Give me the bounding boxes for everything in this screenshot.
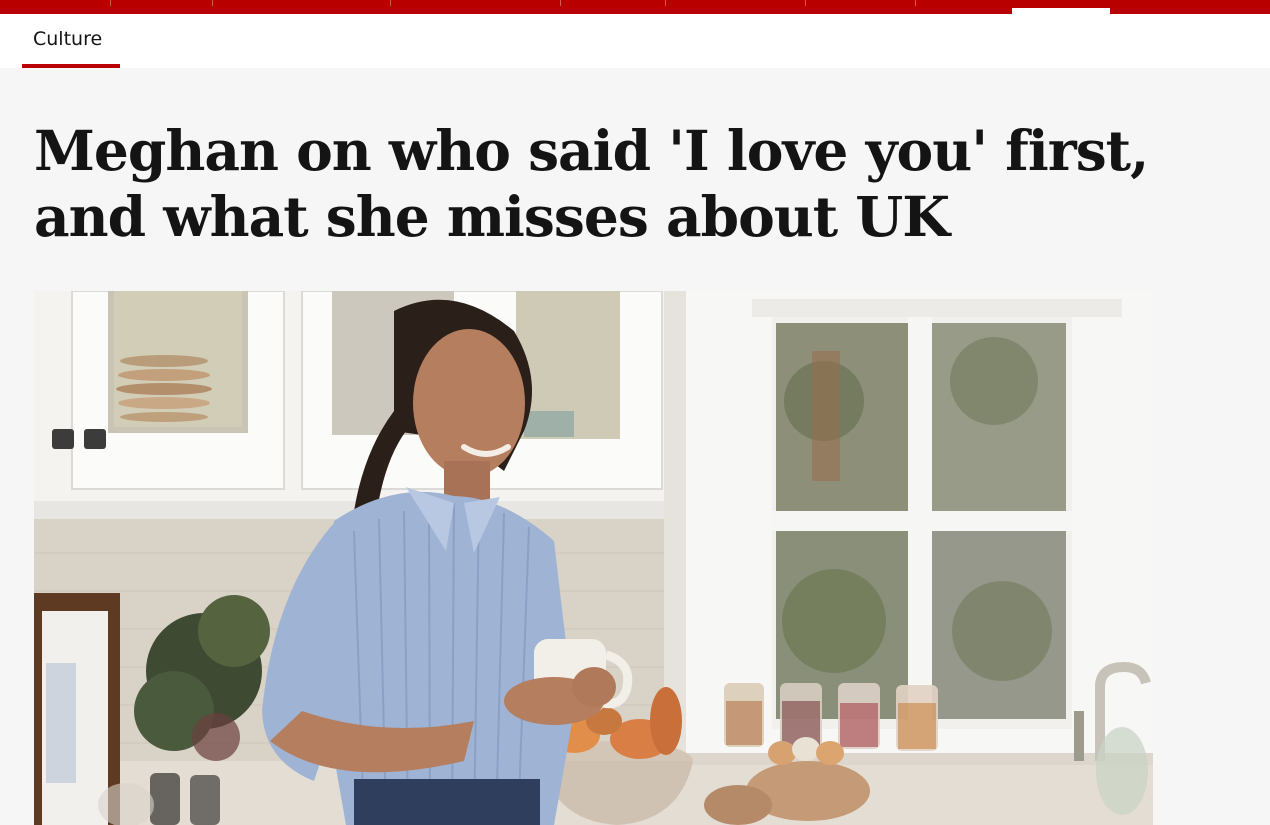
nav-separator	[212, 0, 213, 6]
nav-separator	[665, 0, 666, 6]
nav-separator	[560, 0, 561, 6]
article-hero-image	[34, 291, 1153, 825]
tab-culture-label[interactable]: Culture	[33, 28, 102, 50]
top-navigation-bar	[0, 0, 1270, 14]
section-subnavigation: Culture	[0, 14, 1270, 68]
tab-culture[interactable]: Culture	[22, 14, 120, 68]
nav-separator	[390, 0, 391, 6]
nav-separator	[110, 0, 111, 6]
nav-separator	[805, 0, 806, 6]
article-headline: Meghan on who said 'I love you' first, a…	[34, 118, 1149, 249]
nav-separator	[915, 0, 916, 6]
